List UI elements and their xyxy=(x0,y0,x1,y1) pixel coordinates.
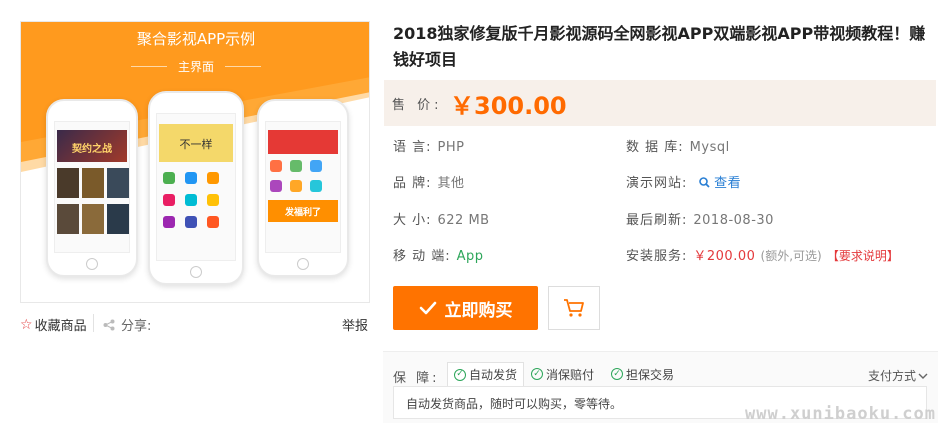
poster xyxy=(82,204,104,234)
divider xyxy=(225,66,261,67)
guarantee-label: 保 障: xyxy=(393,371,440,386)
watermark: www.xunibaoku.com xyxy=(745,404,936,424)
report-link[interactable]: 举报 xyxy=(342,315,368,334)
tab-compensation[interactable]: ✓ 消保赔付 xyxy=(525,362,600,386)
image-title: 聚合影视APP示例 xyxy=(136,30,256,48)
price-value: ￥300.00 xyxy=(450,92,567,120)
spec-label: 品 牌: xyxy=(393,176,432,191)
banner: 不一样 xyxy=(159,124,233,162)
spec-database: 数 据 库: Mysql xyxy=(626,136,730,155)
install-note: (额外,可选) xyxy=(760,249,822,263)
poster xyxy=(57,204,79,234)
install-requirements-link[interactable]: 【要求说明】 xyxy=(827,249,899,263)
home-button xyxy=(190,266,202,278)
app-icon xyxy=(310,180,322,192)
app-icon xyxy=(290,180,302,192)
cart-icon xyxy=(564,299,584,317)
app-icon xyxy=(207,194,219,206)
spec-label: 数 据 库: xyxy=(626,140,684,155)
spec-value: Mysql xyxy=(689,140,730,155)
app-icon xyxy=(310,160,322,172)
tab-escrow[interactable]: ✓ 担保交易 xyxy=(605,362,680,386)
tab-label: 担保交易 xyxy=(626,367,675,382)
app-icon xyxy=(270,160,282,172)
add-to-cart-button[interactable] xyxy=(548,286,600,330)
search-icon xyxy=(698,177,710,188)
check-circle-icon: ✓ xyxy=(531,368,543,380)
spec-value: 其他 xyxy=(437,176,465,191)
share-label: 分享: xyxy=(121,319,152,334)
banner-strip xyxy=(268,130,338,154)
favorite-label: 收藏商品 xyxy=(34,319,87,334)
spec-label: 最后刷新: xyxy=(626,213,688,228)
spec-demo: 演示网站: 查看 xyxy=(626,172,741,191)
spec-value: App xyxy=(456,249,484,264)
spec-install: 安装服务: ￥200.00 (额外,可选) 【要求说明】 xyxy=(626,245,899,264)
spec-value: PHP xyxy=(437,140,465,155)
spec-label: 大 小: xyxy=(393,213,432,228)
spec-size: 大 小: 622 MB xyxy=(393,209,490,228)
home-button xyxy=(86,258,98,270)
spec-updated: 最后刷新: 2018-08-30 xyxy=(626,209,774,228)
phone-mockup-left: 契约之战 xyxy=(46,99,138,277)
app-icon xyxy=(290,160,302,172)
share-button[interactable]: 分享: xyxy=(103,315,151,334)
check-circle-icon: ✓ xyxy=(611,368,623,380)
tab-auto-delivery[interactable]: ✓ 自动发货 xyxy=(447,362,525,386)
price-label: 售 价: xyxy=(392,98,443,113)
spec-value: 622 MB xyxy=(437,213,490,228)
app-icon xyxy=(185,194,197,206)
app-icon xyxy=(163,194,175,206)
app-icon xyxy=(270,180,282,192)
product-title: 2018独家修复版千月影视源码全网影视APP双端影视APP带视频教程！赚钱好项目 xyxy=(393,24,926,69)
tab-label: 消保赔付 xyxy=(546,367,595,382)
spec-value: 2018-08-30 xyxy=(693,213,774,228)
install-price: ￥200.00 xyxy=(693,249,756,264)
poster xyxy=(57,168,79,198)
promo-banner: 发福利了 xyxy=(268,200,338,222)
chevron-down-icon xyxy=(918,373,928,379)
phone-screen: 发福利了 xyxy=(265,121,341,253)
divider xyxy=(93,314,94,332)
phone-mockup-center: 不一样 xyxy=(148,91,244,285)
app-icon xyxy=(163,216,175,228)
spec-label: 演示网站: xyxy=(626,176,688,191)
spec-language: 语 言: PHP xyxy=(393,136,464,155)
demo-link-label: 查看 xyxy=(714,176,742,191)
buy-now-button[interactable]: 立即购买 xyxy=(393,286,538,330)
app-icon xyxy=(163,172,175,184)
spec-label: 安装服务: xyxy=(626,249,688,264)
demo-link[interactable]: 查看 xyxy=(698,176,742,191)
app-icon xyxy=(185,172,197,184)
image-subtitle: 主界面 xyxy=(177,60,214,74)
spec-brand: 品 牌: 其他 xyxy=(393,172,465,191)
home-button xyxy=(297,258,309,270)
app-icon xyxy=(185,216,197,228)
spec-label: 语 言: xyxy=(393,140,432,155)
buy-now-label: 立即购买 xyxy=(444,300,513,320)
banner: 契约之战 xyxy=(57,130,127,162)
tab-label: 自动发货 xyxy=(469,368,518,382)
app-icon xyxy=(207,172,219,184)
phone-mockup-right: 发福利了 xyxy=(257,99,349,277)
poster xyxy=(107,168,129,198)
phone-screen: 不一样 xyxy=(156,113,236,261)
share-icon xyxy=(103,319,115,330)
payment-method-label: 支付方式 xyxy=(867,369,916,383)
star-icon: ☆ xyxy=(20,316,33,333)
favorite-button[interactable]: ☆ 收藏商品 xyxy=(20,315,87,335)
check-circle-icon: ✓ xyxy=(454,368,466,381)
poster xyxy=(107,204,129,234)
image-actions: ☆ 收藏商品 分享: 举报 xyxy=(20,311,370,335)
checkmark-icon xyxy=(419,301,436,315)
app-icon xyxy=(207,216,219,228)
phone-screen: 契约之战 xyxy=(54,121,130,253)
poster xyxy=(82,168,104,198)
spec-label: 移 动 端: xyxy=(393,249,451,264)
price-bar: 售 价: ￥300.00 xyxy=(384,80,936,126)
payment-method-dropdown[interactable]: 支付方式 xyxy=(868,367,928,384)
product-image[interactable]: 聚合影视APP示例 主界面 契约之战 不一样 发福利了 xyxy=(20,21,370,303)
spec-mobile: 移 动 端: App xyxy=(393,245,484,264)
